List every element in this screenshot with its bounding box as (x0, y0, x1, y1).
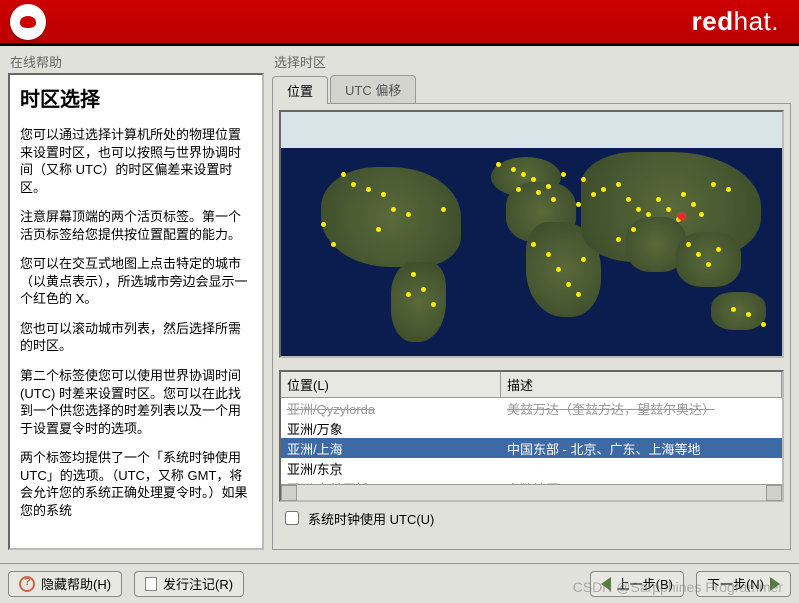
selected-city-marker (678, 213, 685, 220)
help-text: 您可以通过选择计算机所处的物理位置来设置时区，也可以按照与世界协调时间（又称 U… (20, 126, 252, 196)
release-notes-button[interactable]: 发行注记(R) (134, 571, 244, 597)
tab-utc-offset[interactable]: UTC 偏移 (330, 75, 416, 103)
utc-checkbox-row[interactable]: 系统时钟使用 UTC(U) (279, 508, 784, 528)
arrow-left-icon (601, 577, 611, 591)
table-row[interactable]: 亚洲/万象 (281, 418, 782, 438)
help-panel: 在线帮助 时区选择 您可以通过选择计算机所处的物理位置来设置时区，也可以按照与世… (8, 52, 264, 550)
content-area: 在线帮助 时区选择 您可以通过选择计算机所处的物理位置来设置时区，也可以按照与世… (0, 46, 799, 556)
column-description[interactable]: 描述 (501, 372, 782, 397)
table-row[interactable]: 亚洲/Qyzylorda 美玆万达（奎玆方达，望玆尔奥达） (281, 398, 782, 418)
table-row[interactable]: 亚洲/上海 中国东部 - 北京、广东、上海等地 (281, 438, 782, 458)
tab-content: 位置(L) 描述 亚洲/Qyzylorda 美玆万达（奎玆方达，望玆尔奥达） 亚… (272, 104, 791, 550)
help-text: 两个标签均提供了一个「系统时钟使用 UTC」的选项。（UTC，又称 GMT，将会… (20, 449, 252, 519)
tab-location[interactable]: 位置 (272, 76, 328, 104)
back-button[interactable]: 上一步(B) (590, 571, 684, 597)
help-text: 您可以在交互式地图上点击特定的城市（以黄点表示），所选城市旁边会显示一个红色的 … (20, 255, 252, 308)
help-body: 时区选择 您可以通过选择计算机所处的物理位置来设置时区，也可以按照与世界协调时间… (8, 73, 264, 550)
next-button[interactable]: 下一步(N) (696, 571, 791, 597)
timezone-panel: 选择时区 位置 UTC 偏移 (272, 52, 791, 550)
redhat-logo-icon (10, 4, 46, 40)
help-text: 您也可以滚动城市列表，然后选择所需的时区。 (20, 320, 252, 355)
arrow-right-icon (770, 577, 780, 591)
header-bar: redhat. (0, 0, 799, 46)
brand-text: redhat. (692, 6, 789, 37)
table-row[interactable]: 亚洲/东京 (281, 458, 782, 478)
utc-checkbox[interactable] (285, 511, 299, 525)
help-text: 注意屏幕顶端的两个活页标签。第一个活页标签给您提供按位置配置的能力。 (20, 208, 252, 243)
help-text: 第二个标签使您可以使用世界协调时间 (UTC) 时差来设置时区。您可以在此找到一… (20, 367, 252, 437)
table-body[interactable]: 亚洲/Qyzylorda 美玆万达（奎玆方达，望玆尔奥达） 亚洲/万象 亚洲/上… (281, 398, 782, 484)
help-panel-label: 在线帮助 (8, 52, 264, 71)
document-icon (145, 577, 157, 591)
horizontal-scrollbar[interactable] (281, 484, 782, 500)
world-map[interactable] (279, 110, 784, 358)
timezone-table: 位置(L) 描述 亚洲/Qyzylorda 美玆万达（奎玆方达，望玆尔奥达） 亚… (279, 370, 784, 502)
timezone-panel-label: 选择时区 (272, 52, 791, 71)
footer-bar: 隐藏帮助(H) 发行注记(R) 上一步(B) 下一步(N) (0, 563, 799, 603)
column-location[interactable]: 位置(L) (281, 372, 501, 397)
table-header: 位置(L) 描述 (281, 372, 782, 398)
tab-bar: 位置 UTC 偏移 (272, 75, 791, 104)
help-title: 时区选择 (20, 87, 252, 114)
help-icon (19, 576, 35, 592)
hide-help-button[interactable]: 隐藏帮助(H) (8, 571, 122, 597)
utc-checkbox-label: 系统时钟使用 UTC(U) (308, 509, 434, 528)
